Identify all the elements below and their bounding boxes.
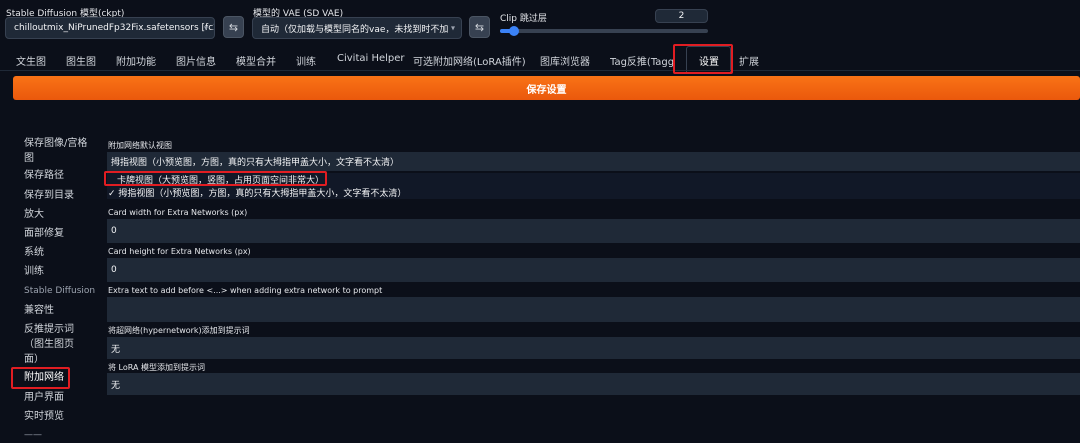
clip-label: Clip 跳过层: [500, 14, 547, 24]
card-height-input[interactable]: 0: [107, 258, 1080, 282]
sidebar-item-upscaling[interactable]: 放大: [24, 207, 44, 222]
highlight-box: [104, 171, 327, 186]
refresh-icon: ⇆: [474, 20, 485, 34]
refresh-icon: ⇆: [228, 20, 239, 34]
default-view-label: 附加网络默认视图: [108, 141, 172, 150]
tab-extras[interactable]: 附加功能: [116, 53, 156, 68]
lora-dropdown[interactable]: 无: [107, 373, 1080, 395]
lora-label: 将 LoRA 模型添加到提示词: [108, 363, 206, 372]
extra-text-input[interactable]: [107, 297, 1080, 322]
sidebar-item-live-previews[interactable]: 实时预览: [24, 409, 64, 424]
tab-image-browser[interactable]: 图库浏览器: [540, 53, 590, 68]
sidebar-item-interrogate[interactable]: 反推提示词（图生图页面）: [24, 322, 84, 367]
refresh-vae-button[interactable]: ⇆: [469, 16, 490, 38]
tab-model-merge[interactable]: 模型合并: [236, 53, 276, 68]
sidebar-item-saving-paths[interactable]: 保存路径: [24, 168, 64, 183]
tab-png-info[interactable]: 图片信息: [176, 53, 216, 68]
vae-value: 自动（仅加载与模型同名的vae，未找到时不加: [261, 24, 449, 35]
hypernetwork-label: 将超网络(hypernetwork)添加到提示词: [108, 326, 250, 335]
tab-extensions[interactable]: 扩展: [739, 53, 759, 68]
extra-text-label: Extra text to add before <...> when addi…: [108, 286, 383, 295]
chevron-down-icon: ▾: [203, 23, 208, 33]
card-width-label: Card width for Extra Networks (px): [108, 208, 248, 217]
tab-divider: [0, 70, 1080, 71]
sidebar-item-compatibility[interactable]: 兼容性: [24, 303, 54, 318]
sidebar-item-stable-diffusion[interactable]: Stable Diffusion: [24, 284, 95, 299]
default-view-dropdown[interactable]: 拇指视图（小预览图，方图，真的只有大拇指甲盖大小，文字看不太清）: [107, 152, 1080, 171]
sidebar-item-face-restoration[interactable]: 面部修复: [24, 226, 64, 241]
tab-civitai-helper[interactable]: Civitai Helper: [337, 53, 405, 64]
tab-txt2img[interactable]: 文生图: [16, 53, 46, 68]
highlight-box: [673, 44, 733, 74]
refresh-ckpt-button[interactable]: ⇆: [223, 16, 244, 38]
sidebar-item-more[interactable]: ——: [24, 428, 42, 443]
dropdown-option-thumbs[interactable]: ✓ 拇指视图（小预览图，方图，真的只有大拇指甲盖大小，文字看不太清）: [107, 186, 1080, 199]
tab-img2img[interactable]: 图生图: [66, 53, 96, 68]
clip-slider-track[interactable]: [500, 29, 708, 33]
ckpt-select[interactable]: chilloutmix_NiPrunedFp32Fix.safetensors …: [5, 17, 215, 39]
highlight-box: [11, 367, 70, 389]
hypernetwork-dropdown[interactable]: 无: [107, 337, 1080, 359]
clip-number-input[interactable]: 2: [655, 9, 708, 23]
card-height-label: Card height for Extra Networks (px): [108, 247, 251, 256]
sidebar-item-user-interface[interactable]: 用户界面: [24, 390, 64, 405]
clip-value: 2: [678, 11, 685, 21]
chevron-down-icon: ▾: [450, 23, 455, 33]
clip-slider-handle[interactable]: [509, 26, 519, 36]
ckpt-value: chilloutmix_NiPrunedFp32Fix.safetensors …: [14, 23, 215, 33]
tab-train[interactable]: 训练: [296, 53, 316, 68]
sidebar-item-saving-images[interactable]: 保存图像/宫格图: [24, 136, 96, 166]
sidebar-item-system[interactable]: 系统: [24, 245, 44, 260]
save-settings-button[interactable]: 保存设置: [13, 76, 1080, 100]
sidebar-item-saving-to-dirs[interactable]: 保存到目录: [24, 188, 74, 203]
tab-additional-networks[interactable]: 可选附加网络(LoRA插件): [413, 53, 526, 68]
vae-select[interactable]: 自动（仅加载与模型同名的vae，未找到时不加 ▾: [252, 17, 462, 39]
sidebar-item-training[interactable]: 训练: [24, 264, 44, 279]
tab-tagger[interactable]: Tag反推(Tagger): [610, 53, 674, 68]
card-width-input[interactable]: 0: [107, 219, 1080, 243]
